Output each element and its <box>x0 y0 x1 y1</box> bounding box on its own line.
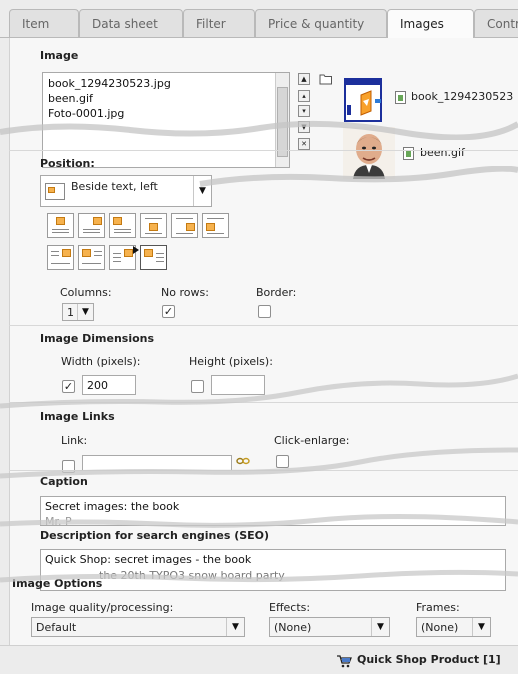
height-label: Height (pixels): <box>189 355 273 368</box>
remove-icon[interactable]: ✕ <box>298 138 310 150</box>
seo-line: the 20th TYPO3 snow board party <box>99 569 285 582</box>
thumbnail-book-image[interactable] <box>341 75 389 125</box>
border-label: Border: <box>256 286 297 299</box>
tab-images[interactable]: Images <box>387 9 474 38</box>
options-heading: Image Options <box>12 577 103 590</box>
tab-price-quantity[interactable]: Price & quantity <box>255 9 387 37</box>
file-list-item[interactable]: book_1294230523.jpg <box>48 77 171 90</box>
footer-bar: Quick Shop Product [1] <box>0 645 518 674</box>
thumbnail-portrait-image[interactable] <box>343 127 395 179</box>
position-select-value: Beside text, left <box>71 180 158 193</box>
link-label: Link: <box>61 434 88 447</box>
border-checkbox[interactable] <box>258 305 271 318</box>
caption-heading: Caption <box>40 475 88 488</box>
position-heading: Position: <box>40 157 95 170</box>
frames-select[interactable]: (None) ▼ <box>416 617 491 637</box>
chevron-down-icon: ▼ <box>371 618 389 636</box>
position-option-icon[interactable] <box>109 245 136 270</box>
position-option-icon[interactable] <box>109 213 136 238</box>
frames-select-value: (None) <box>421 621 459 634</box>
width-checkbox[interactable]: ✓ <box>62 380 75 393</box>
norows-checkbox[interactable]: ✓ <box>162 305 175 318</box>
chevron-down-icon: ▼ <box>193 176 211 206</box>
caption-line: Mr. P <box>45 515 72 526</box>
section-divider <box>9 325 518 326</box>
position-option-icon[interactable] <box>47 213 74 238</box>
position-option-icon[interactable] <box>140 213 167 238</box>
frames-label: Frames: <box>416 601 460 614</box>
chevron-down-icon: ▼ <box>472 618 490 636</box>
dimensions-heading: Image Dimensions <box>40 332 155 345</box>
position-option-icon[interactable] <box>140 245 167 270</box>
tab-filter[interactable]: Filter <box>183 9 255 37</box>
position-option-icon[interactable] <box>47 245 74 270</box>
columns-label: Columns: <box>60 286 112 299</box>
columns-select[interactable]: 1 ▼ <box>62 303 94 321</box>
image-heading: Image <box>40 49 79 62</box>
effects-select[interactable]: (None) ▼ <box>269 617 390 637</box>
image-file-list[interactable]: book_1294230523.jpg been.gif Foto-0001.j… <box>42 72 290 168</box>
section-divider <box>9 402 518 403</box>
quality-label: Image quality/processing: <box>31 601 174 614</box>
width-input-value: 200 <box>87 379 108 392</box>
seo-line: Quick Shop: secret images - the book <box>45 553 252 566</box>
chevron-down-icon: ▼ <box>77 304 93 320</box>
seo-textarea[interactable]: Quick Shop: secret images - the book the… <box>40 549 506 591</box>
position-option-icon[interactable] <box>171 213 198 238</box>
section-divider <box>9 150 518 151</box>
link-checkbox[interactable] <box>62 460 75 473</box>
quality-select[interactable]: Default ▼ <box>31 617 245 637</box>
file-list-item[interactable]: Foto-0001.jpg <box>48 107 124 120</box>
link-picker-icon[interactable] <box>236 456 250 466</box>
position-option-icon[interactable] <box>202 213 229 238</box>
move-down-icon[interactable]: ▾ <box>298 105 310 117</box>
links-heading: Image Links <box>40 410 115 423</box>
caption-textarea[interactable]: Secret images: the book Mr. P <box>40 496 506 526</box>
norows-label: No rows: <box>161 286 209 299</box>
file-list-item[interactable]: been.gif <box>48 92 93 105</box>
click-enlarge-checkbox[interactable] <box>276 455 289 468</box>
position-option-icon[interactable] <box>78 213 105 238</box>
move-top-icon[interactable]: ▲ <box>298 73 310 85</box>
caption-line: Secret images: the book <box>45 500 180 513</box>
seo-heading: Description for search engines (SEO) <box>40 529 270 542</box>
file-type-icon <box>395 91 406 104</box>
quality-select-value: Default <box>36 621 77 634</box>
thumbnail-filename: been.gif <box>420 146 465 159</box>
position-option-icon[interactable] <box>78 245 105 270</box>
chevron-down-icon: ▼ <box>226 618 244 636</box>
tab-contr[interactable]: Contr <box>474 9 518 37</box>
position-select[interactable]: Beside text, left ▼ <box>40 175 212 207</box>
link-input[interactable] <box>82 455 232 471</box>
width-input[interactable]: 200 <box>82 375 136 395</box>
width-label: Width (pixels): <box>61 355 141 368</box>
tab-data-sheet[interactable]: Data sheet <box>79 9 183 37</box>
height-checkbox[interactable] <box>191 380 204 393</box>
footer-record-label[interactable]: Quick Shop Product [1] <box>357 653 501 666</box>
selected-marker-icon <box>133 246 139 254</box>
move-up-icon[interactable]: ▴ <box>298 90 310 102</box>
thumbnail-filename: book_1294230523 <box>411 90 514 103</box>
folder-icon[interactable] <box>319 73 333 85</box>
effects-label: Effects: <box>269 601 311 614</box>
file-type-icon <box>403 147 414 160</box>
move-bottom-icon[interactable]: ▼ <box>298 121 310 133</box>
section-divider <box>9 470 518 471</box>
shopping-cart-icon[interactable] <box>336 654 352 668</box>
height-input[interactable] <box>211 375 265 395</box>
effects-select-value: (None) <box>274 621 312 634</box>
columns-select-value: 1 <box>67 306 74 319</box>
file-list-scrollbar[interactable] <box>275 73 289 167</box>
tab-item[interactable]: Item <box>9 9 79 37</box>
click-enlarge-label: Click-enlarge: <box>274 434 350 447</box>
